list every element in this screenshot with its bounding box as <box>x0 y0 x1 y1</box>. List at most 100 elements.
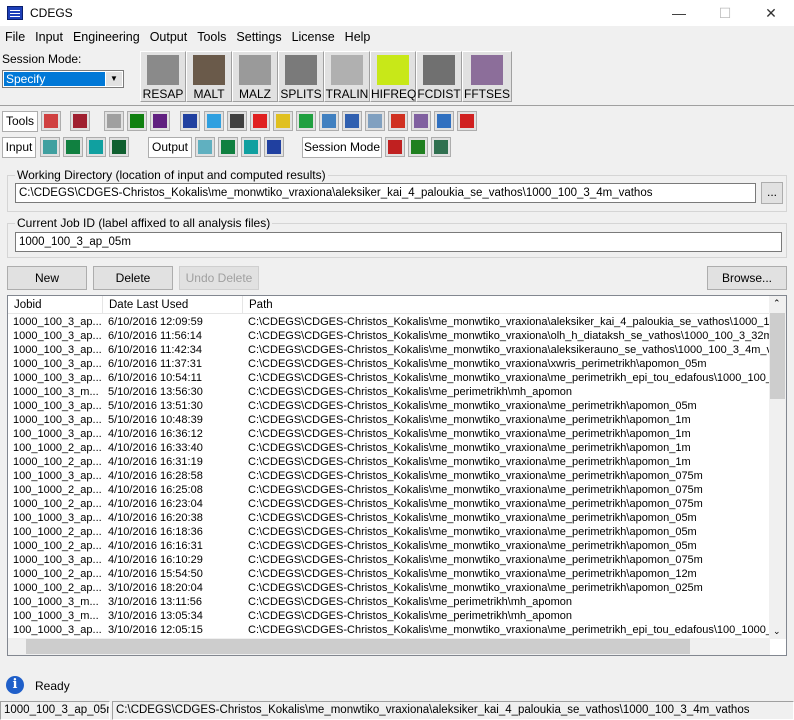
column-header-path[interactable]: Path <box>243 296 770 314</box>
plot-icon-glyph <box>368 114 382 128</box>
table-row[interactable]: 1000_100_3_ap... 6/10/2016 11:37:31 C:\CDE… <box>8 357 770 371</box>
module-fftses-button[interactable]: FFTSES <box>462 51 512 102</box>
waveform-icon[interactable] <box>250 111 270 131</box>
column-header-date[interactable]: Date Last Used <box>103 296 243 314</box>
table-row[interactable]: 1000_100_2_ap... 4/10/2016 16:16:31 C:\CDE… <box>8 539 770 553</box>
maximize-button[interactable]: ☐ <box>702 0 748 26</box>
scroll-up-icon[interactable]: ⌃ <box>773 298 781 309</box>
menu-tools[interactable]: Tools <box>192 28 231 46</box>
grid-icon[interactable] <box>41 111 61 131</box>
job-list[interactable]: Jobid Date Last Used Path 1000_100_3_ap.… <box>7 295 787 656</box>
module-fcdist-button[interactable]: FCDIST <box>416 51 462 102</box>
table-row[interactable]: 1000_100_2_ap... 4/10/2016 15:54:50 C:\CDE… <box>8 567 770 581</box>
purple-chart-icon[interactable] <box>150 111 170 131</box>
browse-button[interactable]: Browse... <box>707 266 787 290</box>
module-resap-button[interactable]: RESAP <box>140 51 186 102</box>
cell-date: 3/10/2016 18:20:04 <box>108 582 203 594</box>
minimize-button[interactable]: — <box>656 0 702 26</box>
table-row[interactable]: 100_1000_3_ap... 4/10/2016 16:36:12 C:\CDE… <box>8 427 770 441</box>
form-icon-glyph <box>112 140 126 154</box>
menu-settings[interactable]: Settings <box>231 28 286 46</box>
compass-icon[interactable] <box>385 137 405 157</box>
form-icon[interactable] <box>109 137 129 157</box>
arrows-icon[interactable] <box>273 111 293 131</box>
map-icon[interactable] <box>127 111 147 131</box>
menu-output[interactable]: Output <box>145 28 193 46</box>
ground-icon[interactable] <box>227 111 247 131</box>
module-label: FCDIST <box>417 87 461 101</box>
export-inf-icon[interactable] <box>218 137 238 157</box>
table-row[interactable]: 1000_100_2_ap... 3/10/2016 18:20:04 C:\CDE… <box>8 581 770 595</box>
new-button[interactable]: New <box>7 266 87 290</box>
table-row[interactable]: 100_1000_3_ap... 4/10/2016 16:20:38 C:\CDE… <box>8 511 770 525</box>
input-label: Input <box>2 137 36 158</box>
table-row[interactable]: 1000_100_3_ap... 5/10/2016 13:51:30 C:\CDE… <box>8 399 770 413</box>
column-header-jobid[interactable]: Jobid <box>8 296 103 314</box>
clock-icon[interactable] <box>70 111 90 131</box>
windows-icon[interactable] <box>342 111 362 131</box>
menu-engineering[interactable]: Engineering <box>68 28 145 46</box>
job-id-input[interactable]: 1000_100_3_ap_05m <box>15 232 782 252</box>
letter-a-icon[interactable] <box>204 111 224 131</box>
table-row[interactable]: 1000_100_2_ap... 4/10/2016 16:23:04 C:\CDE… <box>8 497 770 511</box>
poles-icon[interactable] <box>411 111 431 131</box>
table-row[interactable]: 1000_100_3_ap... 6/10/2016 10:54:11 C:\CDE… <box>8 371 770 385</box>
landscape-icon[interactable] <box>431 137 451 157</box>
table-row[interactable]: 1000_100_3_m... 5/10/2016 13:56:30 C:\CDEG… <box>8 385 770 399</box>
import-f21-icon[interactable] <box>86 137 106 157</box>
eraser-icon[interactable] <box>195 137 215 157</box>
divider <box>0 105 794 106</box>
cell-date: 5/10/2016 10:48:39 <box>108 414 203 426</box>
table-row[interactable]: 1000_100_3_ap... 4/10/2016 16:10:29 C:\CDE… <box>8 553 770 567</box>
sea-icon[interactable] <box>319 111 339 131</box>
chart-icon[interactable] <box>104 111 124 131</box>
module-hifreq-button[interactable]: HIFREQ <box>370 51 416 102</box>
table-row[interactable]: 1000_100_3_ap... 6/10/2016 11:56:14 C:\CDE… <box>8 329 770 343</box>
session-mode-select[interactable]: Specify ▼ <box>2 70 124 88</box>
browse-directory-button[interactable]: ... <box>761 182 783 204</box>
table-row[interactable]: 100_1000_3_ap... 4/10/2016 16:28:58 C:\CDE… <box>8 469 770 483</box>
scroll-thumb[interactable] <box>770 313 785 399</box>
module-malt-button[interactable]: MALT <box>186 51 232 102</box>
table-row[interactable]: 1000_100_3_ap... 6/10/2016 12:09:59 C:\CDE… <box>8 315 770 329</box>
table-row[interactable]: 100_1000_2_ap... 4/10/2016 16:25:08 C:\CDE… <box>8 483 770 497</box>
table-row[interactable]: 1000_100_3_ap... 6/10/2016 11:42:34 C:\CDE… <box>8 343 770 357</box>
module-splits-button[interactable]: SPLITS <box>278 51 324 102</box>
vertical-scrollbar[interactable]: ⌃ ⌄ <box>769 296 786 639</box>
files-icon[interactable] <box>40 137 60 157</box>
table-row[interactable]: 100_1000_2_ap... 4/10/2016 16:18:36 C:\CDE… <box>8 525 770 539</box>
table-row[interactable]: 100_1000_3_m... 3/10/2016 13:05:34 C:\CDEG… <box>8 609 770 623</box>
import-inf-icon[interactable] <box>63 137 83 157</box>
table-row[interactable]: 100_1000_3_ap... 3/10/2016 12:05:15 C:\CDE… <box>8 623 770 637</box>
scroll-down-icon[interactable]: ⌄ <box>773 626 781 637</box>
chevron-down-icon[interactable]: ▼ <box>106 72 122 86</box>
export-f21-icon[interactable] <box>241 137 261 157</box>
module-tralin-button[interactable]: TRALIN <box>324 51 370 102</box>
menu-input[interactable]: Input <box>30 28 68 46</box>
network-icon[interactable] <box>180 111 200 131</box>
module-malz-button[interactable]: MALZ <box>232 51 278 102</box>
sliders-icon[interactable] <box>457 111 477 131</box>
plot-icon[interactable] <box>365 111 385 131</box>
menu-license[interactable]: License <box>287 28 340 46</box>
cell-jobid: 100_1000_3_ap... <box>13 470 101 482</box>
ses-icon[interactable] <box>434 111 454 131</box>
table-row[interactable]: 100_1000_2_ap... 4/10/2016 16:33:40 C:\CDE… <box>8 441 770 455</box>
circuit-icon[interactable] <box>296 111 316 131</box>
table-row[interactable]: 100_1000_3_m... 3/10/2016 13:11:56 C:\CDEG… <box>8 595 770 609</box>
menu-file[interactable]: File <box>0 28 30 46</box>
horizontal-scrollbar[interactable] <box>8 638 770 655</box>
working-directory-input[interactable]: C:\CDEGS\CDGES-Christos_Kokalis\me_monwt… <box>15 183 756 203</box>
table-row[interactable]: 1000_100_2_ap... 4/10/2016 16:31:19 C:\CDE… <box>8 455 770 469</box>
close-button[interactable]: ✕ <box>748 0 794 26</box>
wheel-icon[interactable] <box>408 137 428 157</box>
hscroll-thumb[interactable] <box>26 639 690 654</box>
cell-date: 4/10/2016 16:31:19 <box>108 456 203 468</box>
cad-icon[interactable] <box>388 111 408 131</box>
graph-icon[interactable] <box>264 137 284 157</box>
purple-chart-icon-glyph <box>153 114 167 128</box>
menu-help[interactable]: Help <box>340 28 376 46</box>
delete-button[interactable]: Delete <box>93 266 173 290</box>
table-row[interactable]: 1000_100_3_ap... 5/10/2016 10:48:39 C:\CDE… <box>8 413 770 427</box>
undo-delete-button[interactable]: Undo Delete <box>179 266 259 290</box>
